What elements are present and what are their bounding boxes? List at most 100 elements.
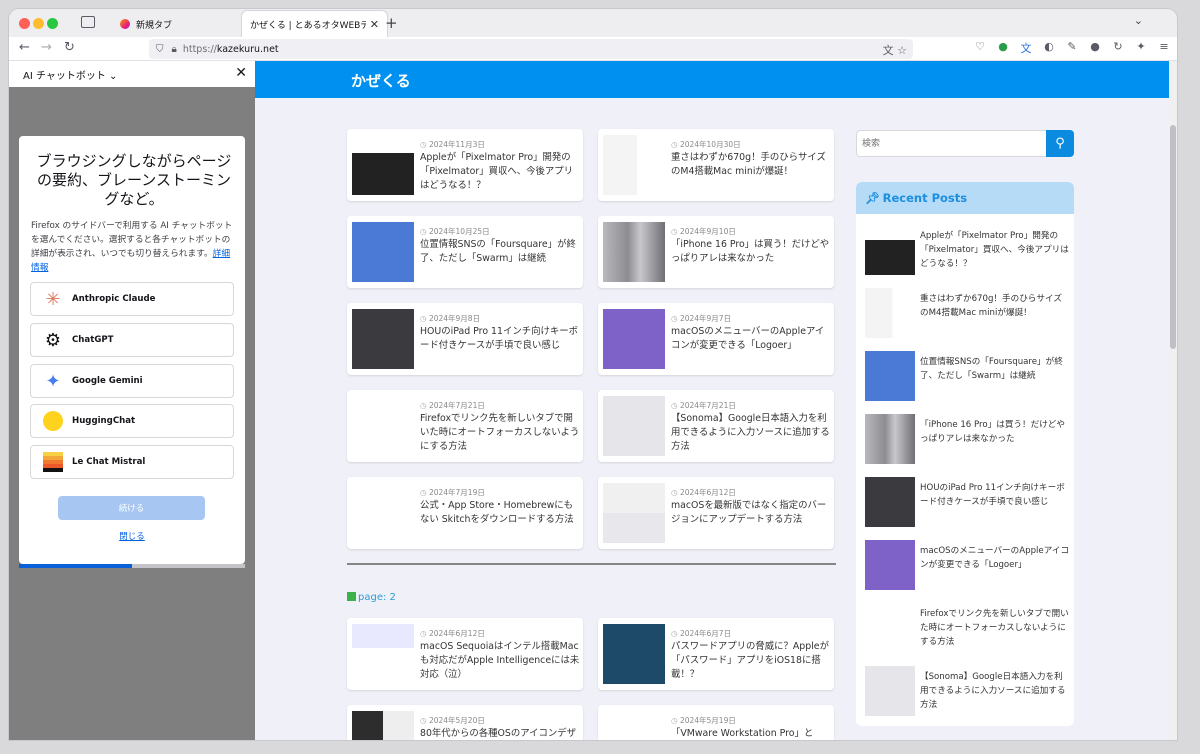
app-menu-icon[interactable]: ≡ [1157,40,1171,56]
continue-button[interactable]: 続ける [58,496,205,520]
recent-post-item[interactable]: HOUのiPad Pro 11インチ向けキーボード付きケースが手頃で良い感じ [865,477,1073,527]
post-thumbnail[interactable] [352,222,414,282]
provider-option-mistral[interactable]: Le Chat Mistral [30,445,234,479]
refresh-extension-icon[interactable]: ↻ [1111,40,1125,56]
recent-post-title[interactable]: 「iPhone 16 Pro」は買う！だけどやっぱりアレは来なかった [920,418,1070,446]
site-title[interactable]: かぜくる [351,70,411,91]
recent-post-item[interactable]: macOSのメニューバーのAppleアイコンが変更できる「Logoer」 [865,540,1073,590]
recent-post-title[interactable]: Firefoxでリンク先を新しいタブで開いた時にオートフォーカスしないようにする… [920,607,1070,649]
account-icon[interactable]: ● [1088,40,1102,56]
post-card[interactable]: 2024年9月8日HOUのiPad Pro 11インチ向けキーボード付きケースが… [347,303,583,375]
post-title[interactable]: macOSを最新版ではなく指定のバージョンにアップデートする方法 [671,499,831,527]
post-title[interactable]: パスワードアプリの脅威に？Appleが「パスワード」アプリをiOS18に搭載！？ [671,640,831,682]
recent-post-title[interactable]: HOUのiPad Pro 11インチ向けキーボード付きケースが手頃で良い感じ [920,481,1070,509]
post-thumbnail[interactable] [603,222,665,282]
close-tab-icon[interactable]: ✕ [370,18,379,31]
post-title[interactable]: Firefoxでリンク先を新しいタブで開いた時にオートフォーカスしないようにする… [420,412,580,454]
post-card[interactable]: 2024年6月12日macOSを最新版ではなく指定のバージョンにアップデートする… [598,477,834,549]
edit-extension-icon[interactable]: ✎ [1065,40,1079,56]
post-thumbnail[interactable] [352,624,414,684]
recent-post-thumbnail[interactable] [865,603,915,653]
recent-post-item[interactable]: 位置情報SNSの「Foursquare」が終了、ただし「Swarm」は継続 [865,351,1073,401]
post-title[interactable]: 公式・App Store・Homebrewにもない Skitchをダウンロードす… [420,499,580,527]
reload-icon[interactable]: ↻ [64,40,75,55]
recent-post-item[interactable]: 「iPhone 16 Pro」は買う！だけどやっぱりアレは来なかった [865,414,1073,464]
post-thumbnail[interactable] [352,396,414,456]
post-card[interactable]: 2024年6月7日パスワードアプリの脅威に？Appleが「パスワード」アプリをi… [598,618,834,690]
post-thumbnail[interactable] [352,483,414,543]
post-thumbnail[interactable] [603,309,665,369]
forward-arrow-icon[interactable]: → [41,40,52,55]
post-card[interactable]: 2024年10月30日重さはわずか670g！手のひらサイズのM4搭載Mac mi… [598,129,834,201]
extensions-icon[interactable]: ✦ [1134,40,1148,56]
post-thumbnail[interactable] [603,624,665,684]
recent-post-title[interactable]: Appleが「Pixelmator Pro」開発の「Pixelmator」買収へ… [920,229,1070,271]
extension-green-icon[interactable]: ● [996,40,1010,56]
back-arrow-icon[interactable]: ← [19,40,30,55]
page-scrollbar[interactable] [1169,61,1177,740]
recent-post-item[interactable]: Appleが「Pixelmator Pro」開発の「Pixelmator」買収へ… [865,225,1073,275]
post-card[interactable]: 2024年7月21日Firefoxでリンク先を新しいタブで開いた時にオートフォー… [347,390,583,462]
post-card[interactable]: 2024年5月20日80年代からの各種OSのアイコンデザインの変遷がわかる『Hi… [347,705,583,740]
provider-option-chatgpt[interactable]: ⚙ ChatGPT [30,323,234,357]
post-thumbnail[interactable] [603,396,665,456]
scrollbar-thumb[interactable] [1170,125,1176,349]
post-title[interactable]: HOUのiPad Pro 11インチ向けキーボード付きケースが手頃で良い感じ [420,325,580,353]
provider-option-claude[interactable]: ✳ Anthropic Claude [30,282,234,316]
post-thumbnail[interactable] [603,135,665,195]
post-title[interactable]: 【Sonoma】Google日本語入力を利用できるように入力ソースに追加する方法 [671,412,831,454]
dark-mode-icon[interactable]: ◐ [1042,40,1056,56]
recent-post-item[interactable]: 重さはわずか670g！手のひらサイズのM4搭載Mac miniが爆誕！ [865,288,1073,338]
post-title[interactable]: macOS Sequoiaはインテル搭載Macも対応だがApple Intell… [420,640,580,682]
recent-post-title[interactable]: 重さはわずか670g！手のひらサイズのM4搭載Mac miniが爆誕！ [920,292,1070,320]
provider-option-huggingchat[interactable]: HuggingChat [30,404,234,438]
recent-post-thumbnail[interactable] [865,414,915,464]
minimize-window-button[interactable] [33,18,44,29]
recent-post-item[interactable]: 【Sonoma】Google日本語入力を利用できるように入力ソースに追加する方法 [865,666,1073,716]
post-thumbnail[interactable] [603,711,665,740]
tab-kazekuru[interactable]: かぜくる | とあるオタWEBディレクタ ✕ [242,11,387,37]
shield-icon[interactable]: ⛉ [156,44,164,55]
lock-icon[interactable]: 🔒︎ [172,44,177,55]
search-button[interactable]: ⚲ [1046,130,1074,157]
list-all-tabs-button[interactable]: ⌄ [1134,14,1143,27]
recent-post-thumbnail[interactable] [865,225,915,275]
post-title[interactable]: 重さはわずか670g！手のひらサイズのM4搭載Mac miniが爆誕！ [671,151,831,179]
provider-option-gemini[interactable]: ✦ Google Gemini [30,364,234,398]
translate-and-bookmark-icons[interactable]: 文 ☆ [883,42,907,58]
post-title[interactable]: 80年代からの各種OSのアイコンデザインの変遷がわかる『History of [420,727,580,740]
new-tab-button[interactable]: + [385,14,398,32]
close-sidebar-icon[interactable]: ✕ [235,65,247,81]
post-card[interactable]: 2024年5月19日「VMware Workstation Pro」と「VMwa… [598,705,834,740]
close-link[interactable]: 閉じる [19,530,245,542]
recent-post-thumbnail[interactable] [865,288,915,338]
recent-post-thumbnail[interactable] [865,477,915,527]
recent-post-thumbnail[interactable] [865,540,915,590]
post-card[interactable]: 2024年6月12日macOS Sequoiaはインテル搭載Macも対応だがAp… [347,618,583,690]
post-title[interactable]: 「VMware Workstation Pro」と「VMware Fusion … [671,727,831,740]
post-title[interactable]: Appleが「Pixelmator Pro」開発の「Pixelmator」買収へ… [420,151,580,193]
post-title[interactable]: macOSのメニューバーのAppleアイコンが変更できる「Logoer」 [671,325,831,353]
post-thumbnail[interactable] [352,135,414,195]
recent-post-item[interactable]: Firefoxでリンク先を新しいタブで開いた時にオートフォーカスしないようにする… [865,603,1073,653]
recent-post-title[interactable]: 位置情報SNSの「Foursquare」が終了、ただし「Swarm」は継続 [920,355,1070,383]
tab-new-tab[interactable]: 新規タブ [112,11,246,37]
translate-extension-icon[interactable]: 文 [1019,40,1033,56]
pocket-icon[interactable]: ♡ [973,40,987,56]
zoom-window-button[interactable] [47,18,58,29]
post-card[interactable]: 2024年9月10日「iPhone 16 Pro」は買う！だけどやっぱりアレは来… [598,216,834,288]
url-bar[interactable]: ⛉ 🔒︎ https://kazekuru.net 文 ☆ [149,39,913,59]
post-card[interactable]: 2024年10月25日位置情報SNSの「Foursquare」が終了、ただし「S… [347,216,583,288]
recent-post-title[interactable]: 【Sonoma】Google日本語入力を利用できるように入力ソースに追加する方法 [920,670,1070,712]
post-card[interactable]: 2024年7月19日公式・App Store・Homebrewにもない Skit… [347,477,583,549]
close-window-button[interactable] [19,18,30,29]
recent-post-title[interactable]: macOSのメニューバーのAppleアイコンが変更できる「Logoer」 [920,544,1070,572]
recent-post-thumbnail[interactable] [865,666,915,716]
recent-post-thumbnail[interactable] [865,351,915,401]
url-text[interactable]: https://kazekuru.net [183,44,279,55]
post-card[interactable]: 2024年11月3日Appleが「Pixelmator Pro」開発の「Pixe… [347,129,583,201]
post-thumbnail[interactable] [603,483,665,543]
search-input[interactable] [856,130,1048,157]
sidebar-title-dropdown[interactable]: AI チャットボット ⌄ [23,67,117,82]
post-thumbnail[interactable] [352,309,414,369]
